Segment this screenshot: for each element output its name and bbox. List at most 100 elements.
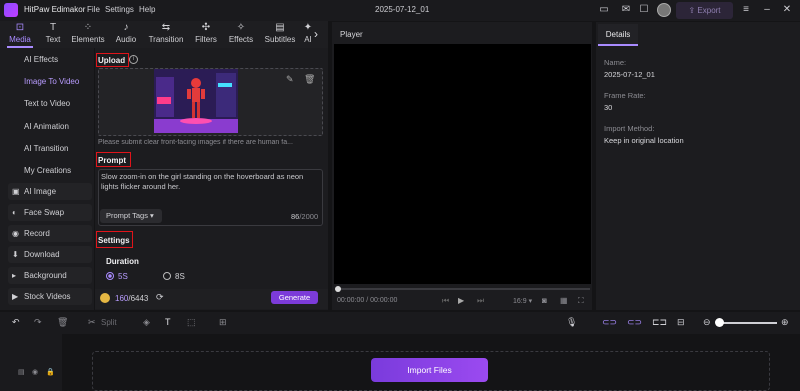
- previous-frame-icon[interactable]: ⏮: [442, 296, 449, 306]
- tab-ai[interactable]: ✦ AI: [303, 21, 313, 48]
- magnet-icon[interactable]: ⊂⊃: [627, 317, 642, 328]
- feedback-icon[interactable]: ✉: [620, 4, 632, 16]
- uploaded-image: [154, 69, 238, 133]
- crop-icon[interactable]: ⬚: [187, 317, 196, 328]
- info-icon[interactable]: i: [129, 55, 138, 64]
- duration-option-8s: 8S: [175, 272, 185, 281]
- menu-help[interactable]: Help: [139, 5, 155, 14]
- text-tool-icon[interactable]: T: [165, 317, 171, 327]
- document-title: 2025-07-12_01: [375, 5, 430, 14]
- tab-filters[interactable]: ✣ Filters: [191, 21, 221, 48]
- record-icon: ◉: [12, 229, 19, 238]
- track-film-icon[interactable]: ▤: [18, 368, 25, 376]
- avatar[interactable]: [657, 3, 671, 17]
- next-frame-icon[interactable]: ⏭: [477, 296, 484, 306]
- edit-icon[interactable]: ✎: [286, 74, 294, 85]
- tab-details[interactable]: Details: [598, 24, 638, 46]
- aspect-ratio-select[interactable]: 16:9 ▾: [513, 297, 532, 305]
- sidebar-button-stock-videos[interactable]: ▶ Stock Videos: [8, 288, 92, 305]
- player-seek-bar[interactable]: [337, 288, 590, 290]
- tab-subtitles[interactable]: ▤ Subtitles: [262, 21, 298, 48]
- chevron-right-icon[interactable]: ›: [314, 27, 318, 41]
- menu-icon[interactable]: ≡: [740, 4, 752, 16]
- sidebar-button-record[interactable]: ◉ Record: [8, 225, 92, 242]
- sidebar-button-face-swap[interactable]: ◐ Face Swap: [8, 204, 92, 221]
- elements-icon: ⁘: [83, 22, 93, 33]
- microphone-icon[interactable]: 🎙: [566, 317, 577, 328]
- details-panel: [596, 22, 800, 310]
- chat-icon[interactable]: ☐: [638, 4, 650, 16]
- sidebar-item-ai-animation[interactable]: AI Animation: [0, 116, 94, 137]
- transition-icon: ⇆: [161, 22, 171, 33]
- track-icon[interactable]: ⊏⊐: [652, 317, 667, 328]
- delete-clip-icon[interactable]: 🗑: [57, 317, 68, 328]
- upload-hint: Please submit clear front-facing images …: [98, 139, 293, 146]
- zoom-out-icon[interactable]: ⊖: [703, 317, 711, 328]
- quality-icon[interactable]: ▦: [560, 296, 568, 305]
- prompt-text: Slow zoom-in on the girl standing on the…: [101, 172, 304, 191]
- add-icon[interactable]: ⊞: [219, 317, 227, 328]
- split-label[interactable]: Split: [101, 318, 117, 327]
- import-method-label: Import Method:: [604, 124, 655, 133]
- fullscreen-icon[interactable]: ⛶: [578, 296, 584, 306]
- link-icon[interactable]: ⊂⊃: [602, 317, 617, 328]
- image-icon: ▣: [12, 187, 20, 196]
- undo-icon[interactable]: ↶: [12, 317, 20, 328]
- sidebar-button-ai-image[interactable]: ▣ AI Image: [8, 183, 92, 200]
- export-button[interactable]: ⇪ Export: [676, 2, 733, 19]
- coin-icon: [100, 293, 110, 303]
- caret-down-icon: ▾: [147, 211, 154, 220]
- zoom-slider-knob[interactable]: [715, 318, 724, 327]
- tab-media[interactable]: ⊡ Media: [5, 21, 35, 48]
- monitor-icon[interactable]: ▭: [598, 4, 610, 16]
- media-icon: ⊡: [15, 22, 25, 33]
- background-icon: ▸: [12, 271, 17, 280]
- shield-icon[interactable]: ◈: [143, 317, 150, 328]
- tab-audio[interactable]: ♪ Audio: [112, 21, 140, 48]
- close-icon[interactable]: ✕: [781, 4, 793, 16]
- track-lock-icon[interactable]: 🔒: [46, 368, 55, 376]
- sidebar-item-ai-transition[interactable]: AI Transition: [0, 138, 94, 159]
- zoom-in-icon[interactable]: ⊕: [781, 317, 789, 328]
- minimize-icon[interactable]: –: [761, 4, 773, 16]
- audio-icon: ♪: [123, 22, 129, 33]
- sidebar-item-my-creations[interactable]: My Creations: [0, 160, 94, 181]
- duration-radio-8s[interactable]: [163, 272, 171, 280]
- fit-icon[interactable]: ⊟: [677, 317, 685, 328]
- menu-settings[interactable]: Settings: [105, 5, 134, 14]
- face-swap-icon: ◐: [12, 208, 17, 217]
- menu-file[interactable]: File: [87, 5, 100, 14]
- sidebar-item-ai-effects[interactable]: AI Effects: [0, 49, 94, 70]
- upload-label: Upload: [98, 56, 126, 65]
- sidebar-button-download[interactable]: ⬇ Download: [8, 246, 92, 263]
- import-files-button[interactable]: Import Files: [371, 358, 488, 382]
- filters-icon: ✣: [201, 22, 211, 33]
- sidebar-button-background[interactable]: ▸ Background: [8, 267, 92, 284]
- delete-icon[interactable]: 🗑: [304, 74, 315, 85]
- refresh-icon[interactable]: ⟳: [156, 292, 164, 303]
- stock-videos-icon: ▶: [12, 292, 19, 301]
- app-name: HitPaw Edimakor: [24, 5, 86, 14]
- redo-icon[interactable]: ↷: [34, 317, 42, 328]
- tab-transition[interactable]: ⇆ Transition: [145, 21, 187, 48]
- snapshot-icon[interactable]: ◙: [542, 296, 547, 305]
- credits-balance: 160/6443: [115, 294, 149, 303]
- duration-radio-5s[interactable]: [106, 272, 114, 280]
- split-icon[interactable]: ✂: [88, 317, 96, 328]
- tab-effects[interactable]: ✧ Effects: [225, 21, 257, 48]
- prompt-tags-dropdown[interactable]: Prompt Tags ▾: [100, 209, 162, 223]
- sidebar-item-text-to-video[interactable]: Text to Video: [0, 93, 94, 114]
- tab-text[interactable]: T Text: [40, 21, 66, 48]
- player-time: 00:00:00 / 00:00:00: [337, 297, 398, 304]
- player-title: Player: [340, 30, 363, 39]
- track-header: [0, 334, 62, 391]
- tab-elements[interactable]: ⁘ Elements: [69, 21, 107, 48]
- sidebar-item-image-to-video[interactable]: Image To Video: [0, 71, 94, 92]
- seek-knob[interactable]: [335, 286, 341, 292]
- track-visibility-icon[interactable]: ◉: [32, 368, 38, 376]
- play-icon[interactable]: ▶: [458, 296, 464, 305]
- generate-button[interactable]: Generate: [271, 291, 318, 304]
- zoom-slider[interactable]: [717, 322, 777, 324]
- duration-label: Duration: [106, 257, 139, 266]
- player-screen: [334, 44, 591, 284]
